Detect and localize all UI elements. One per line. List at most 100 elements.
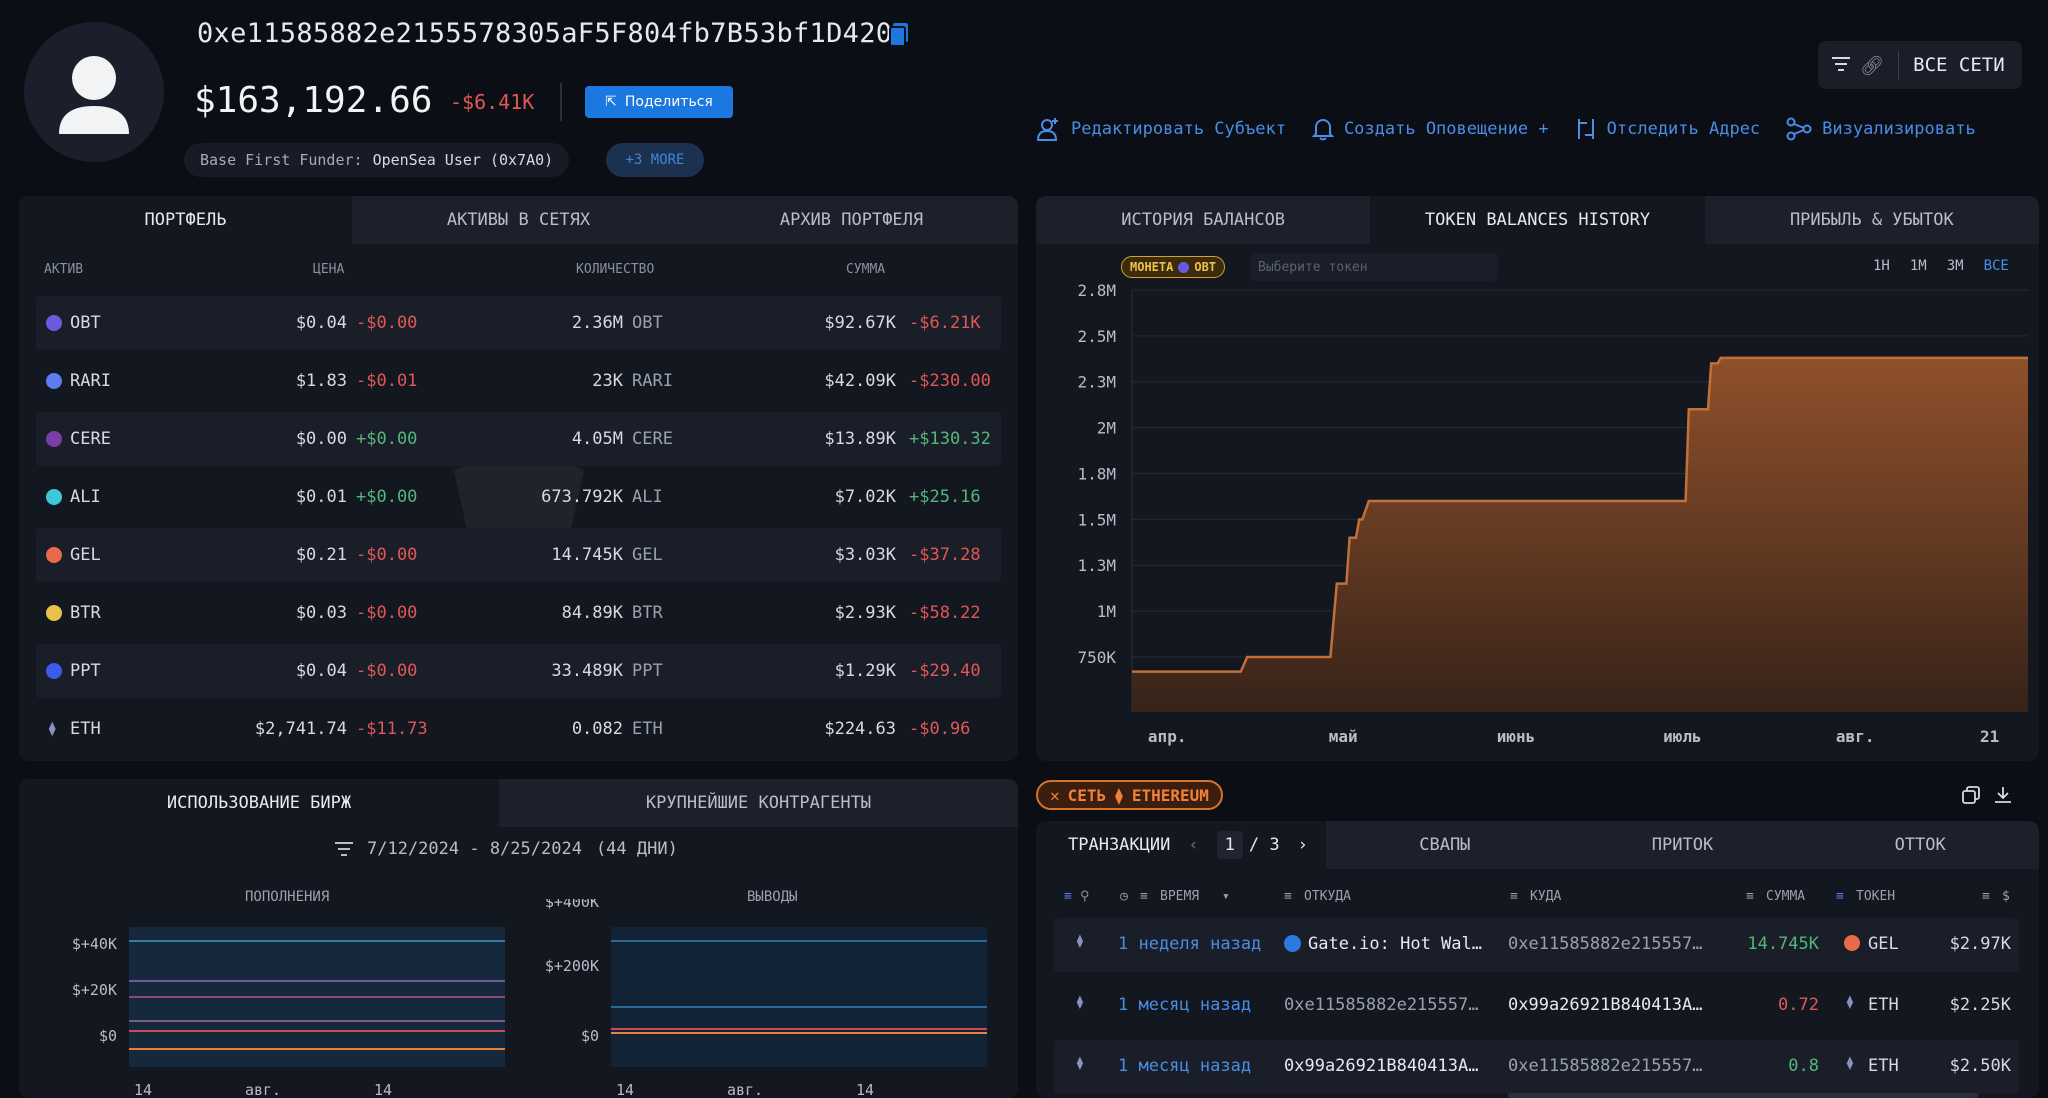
more-labels-button[interactable]: +3 MORE <box>606 143 704 177</box>
table-row[interactable]: ⧫ 1 месяц назад 0xe11585882e215557… 0x99a26… <box>1054 979 2019 1033</box>
filter-icon[interactable]: ≡ <box>1284 889 1292 904</box>
network-filter-button[interactable]: 🔗︎ ВСЕ СЕТИ <box>1818 41 2022 89</box>
quantity-symbol: BTR <box>632 603 663 623</box>
sum: $1.29K <box>834 661 896 681</box>
filter-icon[interactable]: ≡ <box>1064 889 1072 904</box>
column-header-price[interactable]: ЦЕНА <box>313 262 344 277</box>
edit-entity-button[interactable]: Редактировать Субъект <box>1035 116 1286 142</box>
column-header-from[interactable]: ОТКУДА <box>1304 889 1351 904</box>
column-header-time[interactable]: ВРЕМЯ <box>1160 889 1199 904</box>
tx-to[interactable]: 0xe11585882e215557… <box>1508 934 1702 954</box>
prev-page-icon[interactable]: ‹ <box>1188 835 1198 855</box>
exchange-usage-panel: ИСПОЛЬЗОВАНИЕ БИРЖ КРУПНЕЙШИЕ КОНТРАГЕНТ… <box>19 779 1018 1098</box>
tab-portfolio[interactable]: ПОРТФЕЛЬ <box>19 196 352 244</box>
filter-icon[interactable]: ≡ <box>1836 889 1844 904</box>
table-row[interactable]: GEL $0.21 -$0.00 14.745K GEL $3.03K -$37.28 <box>36 528 1001 582</box>
tx-from[interactable]: 0x99a26921B840413A… <box>1284 1056 1478 1076</box>
tx-token[interactable]: ETH <box>1868 1056 1899 1076</box>
copy-icon[interactable] <box>888 22 910 48</box>
table-row[interactable]: ⧫ ETH $2,741.74 -$11.73 0.082 ETH $224.63 -$0.9… <box>36 702 1001 756</box>
filter-icon[interactable]: ≡ <box>1510 889 1518 904</box>
table-row[interactable]: PPT $0.04 -$0.00 33.489K PPT $1.29K -$29.40 <box>36 644 1001 698</box>
asset-name[interactable]: ALI <box>70 487 101 507</box>
gel-coin-icon <box>1844 935 1860 951</box>
asset-name[interactable]: PPT <box>70 661 101 681</box>
sort-desc-icon[interactable]: ▾ <box>1222 889 1230 904</box>
asset-name[interactable]: RARI <box>70 371 111 391</box>
table-row[interactable]: BTR $0.03 -$0.00 84.89K BTR $2.93K -$58.22 <box>36 586 1001 640</box>
tx-time[interactable]: 1 неделя назад <box>1118 934 1261 954</box>
track-address-button[interactable]: Отследить Адрес <box>1575 116 1760 142</box>
column-header-to[interactable]: КУДА <box>1530 889 1561 904</box>
y-tick-label: 1.3M <box>1077 556 1116 575</box>
network-chip[interactable]: ✕ СЕТЬ ⧫ ETHEREUM <box>1036 780 1223 810</box>
column-header-sum[interactable]: СУММА <box>846 262 885 277</box>
tx-time[interactable]: 1 месяц назад <box>1118 995 1251 1015</box>
tx-to[interactable]: 0x99a26921B840413A… <box>1508 995 1702 1015</box>
table-row[interactable]: ⧫ 1 месяц назад 0x99a26921B840413A… 0xe1158… <box>1054 1040 2019 1094</box>
filter-icon[interactable]: ≡ <box>1140 889 1148 904</box>
tab-swaps[interactable]: СВАПЫ <box>1326 821 1564 869</box>
tab-outflow[interactable]: ОТТОК <box>1801 821 2039 869</box>
page-number[interactable]: 1 <box>1216 831 1243 859</box>
tx-time[interactable]: 1 месяц назад <box>1118 1056 1251 1076</box>
table-row[interactable]: ⧫ 1 неделя назад Gate.io: Hot Wal… 0xe11585… <box>1054 918 2019 972</box>
x-tick-label: 21 <box>1980 727 1999 746</box>
balance-tabs: ИСТОРИЯ БАЛАНСОВ TOKEN BALANCES HISTORY … <box>1036 196 2039 244</box>
table-row[interactable]: RARI $1.83 -$0.01 23K RARI $42.09K -$230.00 <box>36 354 1001 408</box>
tab-portfolio-archive[interactable]: АРХИВ ПОРТФЕЛЯ <box>685 196 1018 244</box>
asset-name[interactable]: BTR <box>70 603 101 623</box>
copy-icon[interactable] <box>1962 786 1980 804</box>
tx-token[interactable]: ETH <box>1868 995 1899 1015</box>
filter-icon[interactable]: ≡ <box>1746 889 1754 904</box>
visualize-button[interactable]: Визуализировать <box>1786 116 1976 142</box>
tx-to[interactable]: 0xe11585882e215557… <box>1508 1056 1702 1076</box>
quantity: 14.745K <box>551 545 623 565</box>
column-header-asset[interactable]: АКТИВ <box>44 262 83 277</box>
column-header-usd[interactable]: $ <box>2002 889 2010 904</box>
table-row[interactable]: ALI $0.01 +$0.00 673.792K ALI $7.02K +$25.16 <box>36 470 1001 524</box>
asset-name[interactable]: ETH <box>70 719 101 739</box>
tx-from[interactable]: 0xe11585882e215557… <box>1284 995 1478 1015</box>
tx-toolbar <box>1962 786 2012 804</box>
tx-token[interactable]: GEL <box>1868 934 1899 954</box>
table-row[interactable]: OBT $0.04 -$0.00 2.36M OBT $92.67K -$6.21K <box>36 296 1001 350</box>
ethereum-icon: ⧫ <box>1076 1056 1084 1071</box>
close-icon[interactable]: ✕ <box>1050 786 1060 805</box>
tab-transactions[interactable]: ТРАНЗАКЦИИ ‹ 1 / 3 › <box>1036 821 1326 869</box>
y-tick-label: $+200K <box>545 957 599 975</box>
tab-balance-history[interactable]: ИСТОРИЯ БАЛАНСОВ <box>1036 196 1371 244</box>
portfolio-panel: ПОРТФЕЛЬ АКТИВЫ В СЕТЯХ АРХИВ ПОРТФЕЛЯ А… <box>19 196 1018 761</box>
tab-token-balances-history[interactable]: TOKEN BALANCES HISTORY <box>1370 196 1705 244</box>
price: $0.00 <box>295 429 347 449</box>
tab-exchange-usage[interactable]: ИСПОЛЬЗОВАНИЕ БИРЖ <box>19 779 499 827</box>
quantity: 0.082 <box>571 719 623 739</box>
tab-profit-loss[interactable]: ПРИБЫЛЬ & УБЫТОК <box>1704 196 2039 244</box>
filter-icon[interactable]: ≡ <box>1982 889 1990 904</box>
column-header-amount[interactable]: СУММА <box>1766 889 1805 904</box>
next-page-icon[interactable]: › <box>1298 835 1308 855</box>
tab-chain-assets[interactable]: АКТИВЫ В СЕТЯХ <box>352 196 685 244</box>
table-row[interactable]: CERE $0.00 +$0.00 4.05M CERE $13.89K +$130.32 <box>36 412 1001 466</box>
tab-top-counterparties[interactable]: КРУПНЕЙШИЕ КОНТРАГЕНТЫ <box>499 779 1018 827</box>
download-icon[interactable] <box>1994 786 2012 804</box>
edit-entity-icon <box>1036 118 1058 141</box>
sum: $42.09K <box>824 371 896 391</box>
asset-name[interactable]: CERE <box>70 429 111 449</box>
tab-inflow[interactable]: ПРИТОК <box>1563 821 1802 869</box>
asset-name[interactable]: OBT <box>70 313 101 333</box>
date-range-filter[interactable]: 7/12/2024 - 8/25/2024 (44 ДНИ) <box>335 839 678 859</box>
column-header-quantity[interactable]: КОЛИЧЕСТВО <box>576 262 654 277</box>
link-icon: ⚲ <box>1080 889 1090 904</box>
tx-from[interactable]: Gate.io: Hot Wal… <box>1308 934 1482 954</box>
x-tick-label: авг. <box>245 1081 281 1098</box>
funder-label: Base First Funder: <box>200 151 363 169</box>
share-button[interactable]: ⇱ Поделиться <box>585 86 733 118</box>
horizontal-scrollbar[interactable] <box>1508 1093 1978 1098</box>
asset-name[interactable]: GEL <box>70 545 101 565</box>
create-alert-button[interactable]: Создать Оповещение + <box>1311 116 1549 142</box>
total-balance: $163,192.66 <box>194 80 433 121</box>
first-funder-badge[interactable]: Base First Funder: OpenSea User (0x7A0) <box>184 143 570 177</box>
sum-change: -$6.21K <box>909 313 981 333</box>
column-header-token[interactable]: ТОКЕН <box>1856 889 1895 904</box>
